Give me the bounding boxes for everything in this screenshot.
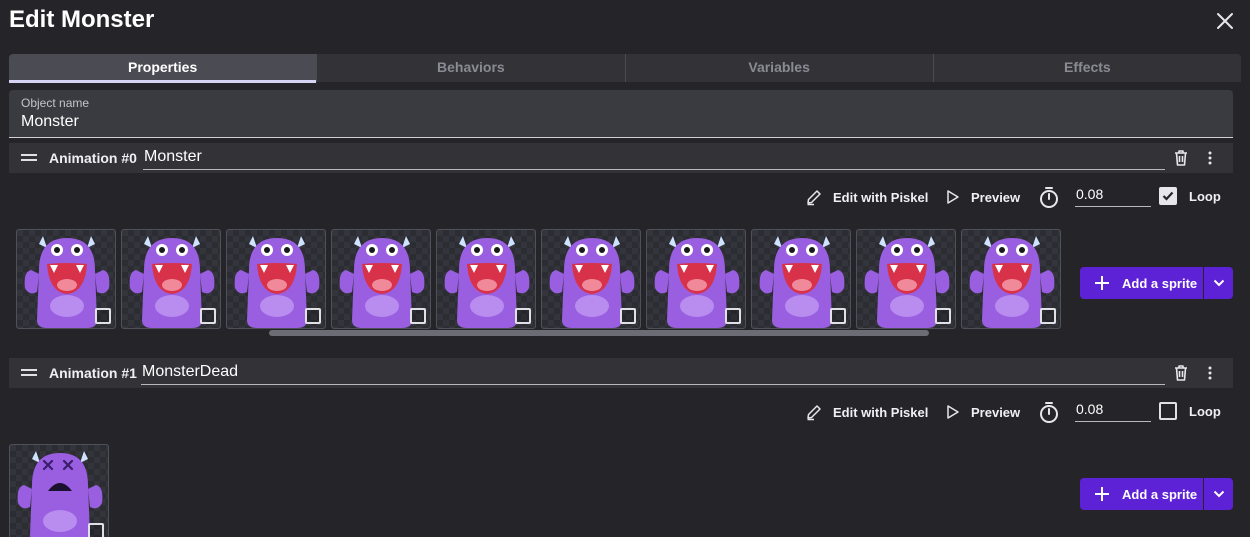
preview-label: Preview bbox=[971, 189, 1021, 205]
sprite-thumbnail[interactable] bbox=[436, 229, 536, 329]
add-sprite-button[interactable]: Add a sprite bbox=[1080, 267, 1203, 299]
edit-with-piskel-button[interactable]: Edit with Piskel bbox=[805, 185, 928, 209]
loop-label: Loop bbox=[1189, 404, 1221, 419]
chevron-down-icon bbox=[1213, 490, 1224, 498]
horizontal-scrollbar[interactable] bbox=[269, 330, 929, 336]
more-vert-icon[interactable] bbox=[1202, 363, 1218, 383]
sprite-select-checkbox[interactable] bbox=[95, 308, 111, 324]
animation-1-sprite-list bbox=[0, 444, 1070, 537]
edit-with-piskel-label: Edit with Piskel bbox=[833, 189, 929, 205]
tab-bar: Properties Behaviors Variables Effects bbox=[9, 54, 1241, 83]
trash-icon[interactable] bbox=[1171, 148, 1191, 168]
sprite-select-checkbox[interactable] bbox=[725, 308, 741, 324]
sprite-select-checkbox[interactable] bbox=[305, 308, 321, 324]
edit-with-piskel-label: Edit with Piskel bbox=[833, 404, 929, 420]
add-sprite-button-group: Add a sprite bbox=[1080, 478, 1233, 510]
sprite-select-checkbox[interactable] bbox=[88, 523, 104, 537]
preview-button[interactable]: Preview bbox=[945, 185, 1020, 209]
preview-label: Preview bbox=[971, 404, 1021, 420]
add-sprite-dropdown-button[interactable] bbox=[1204, 267, 1233, 299]
pencil-icon bbox=[807, 405, 821, 421]
add-sprite-label: Add a sprite bbox=[1122, 275, 1198, 291]
object-name-field[interactable]: Object name Monster bbox=[9, 90, 1233, 138]
animation-0-sprite-list bbox=[0, 229, 1070, 331]
chevron-down-icon bbox=[1213, 279, 1224, 287]
sprite-thumbnail[interactable] bbox=[646, 229, 746, 329]
add-sprite-button-group: Add a sprite bbox=[1080, 267, 1233, 299]
add-sprite-label: Add a sprite bbox=[1122, 486, 1198, 502]
sprite-thumbnail[interactable] bbox=[226, 229, 326, 329]
sprite-thumbnail[interactable] bbox=[9, 444, 109, 537]
animation-1-header: Animation #1 MonsterDead bbox=[9, 358, 1233, 388]
plus-icon bbox=[1095, 276, 1109, 290]
preview-button[interactable]: Preview bbox=[945, 400, 1020, 424]
sprite-select-checkbox[interactable] bbox=[935, 308, 951, 324]
animation-0-toolbar: Edit with Piskel Preview 0.08 Loop bbox=[0, 185, 1250, 209]
sprite-select-checkbox[interactable] bbox=[1040, 308, 1056, 324]
play-icon bbox=[947, 405, 959, 419]
sprite-thumbnail[interactable] bbox=[856, 229, 956, 329]
more-vert-icon[interactable] bbox=[1202, 148, 1218, 168]
plus-icon bbox=[1095, 487, 1109, 501]
close-icon[interactable] bbox=[1213, 9, 1237, 33]
timer-icon bbox=[1038, 400, 1060, 424]
object-name-input[interactable]: Monster bbox=[21, 113, 79, 131]
play-icon bbox=[947, 190, 959, 204]
frame-duration-input[interactable]: 0.08 bbox=[1075, 185, 1151, 207]
tab-variables[interactable]: Variables bbox=[624, 54, 933, 82]
animation-1-label: Animation #1 bbox=[49, 365, 137, 381]
drag-handle-icon[interactable] bbox=[21, 369, 37, 377]
add-sprite-button[interactable]: Add a sprite bbox=[1080, 478, 1203, 510]
dialog-title: Edit Monster bbox=[9, 6, 155, 33]
sprite-select-checkbox[interactable] bbox=[515, 308, 531, 324]
sprite-select-checkbox[interactable] bbox=[620, 308, 636, 324]
animation-0-header: Animation #0 Monster bbox=[9, 143, 1233, 173]
trash-icon[interactable] bbox=[1171, 363, 1191, 383]
sprite-thumbnail[interactable] bbox=[16, 229, 116, 329]
animation-1-name-input[interactable]: MonsterDead bbox=[141, 361, 1165, 385]
sprite-thumbnail[interactable] bbox=[121, 229, 221, 329]
sprite-select-checkbox[interactable] bbox=[830, 308, 846, 324]
check-icon bbox=[1162, 191, 1174, 201]
object-name-label: Object name bbox=[21, 96, 90, 110]
pencil-icon bbox=[807, 190, 821, 206]
frame-duration-input[interactable]: 0.08 bbox=[1075, 400, 1151, 422]
edit-with-piskel-button[interactable]: Edit with Piskel bbox=[805, 400, 928, 424]
sprite-thumbnail[interactable] bbox=[961, 229, 1061, 329]
sprite-thumbnail[interactable] bbox=[331, 229, 431, 329]
sprite-select-checkbox[interactable] bbox=[410, 308, 426, 324]
sprite-thumbnail[interactable] bbox=[751, 229, 851, 329]
tab-properties[interactable]: Properties bbox=[9, 54, 317, 83]
loop-checkbox[interactable] bbox=[1159, 402, 1177, 420]
sprite-select-checkbox[interactable] bbox=[200, 308, 216, 324]
loop-checkbox[interactable] bbox=[1159, 187, 1177, 205]
drag-handle-icon[interactable] bbox=[21, 154, 37, 162]
animation-0-label: Animation #0 bbox=[49, 150, 137, 166]
sprite-thumbnail[interactable] bbox=[541, 229, 641, 329]
add-sprite-dropdown-button[interactable] bbox=[1204, 478, 1233, 510]
animation-1-toolbar: Edit with Piskel Preview 0.08 Loop bbox=[0, 400, 1250, 424]
loop-label: Loop bbox=[1189, 189, 1221, 204]
tab-behaviors[interactable]: Behaviors bbox=[316, 54, 624, 82]
tab-effects[interactable]: Effects bbox=[932, 54, 1241, 82]
animation-0-name-input[interactable]: Monster bbox=[143, 146, 1165, 170]
timer-icon bbox=[1038, 185, 1060, 209]
